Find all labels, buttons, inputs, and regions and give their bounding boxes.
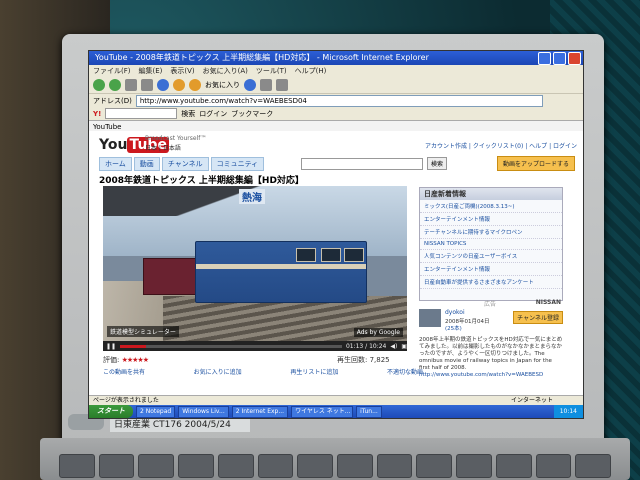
close-button[interactable] — [568, 52, 581, 65]
laptop-screen: YouTube - 2008年鉄道トピックス 上半期総集編【HD対応】 - Mi… — [88, 50, 584, 419]
forward-icon[interactable] — [109, 79, 121, 91]
status-text: ページが表示されました — [93, 397, 159, 404]
ads-by-google[interactable]: Ads by Google — [353, 328, 403, 337]
minimize-button[interactable] — [538, 52, 551, 65]
news-item[interactable]: エンターテインメント情報 — [420, 213, 562, 226]
status-bar: ページが表示されました インターネット — [89, 395, 583, 405]
progress-bar[interactable] — [120, 344, 342, 348]
windows-taskbar: スタート 2 Notepad Windows Liv... 2 Internet… — [89, 405, 583, 418]
address-input[interactable]: http://www.youtube.com/watch?v=WAEBESD04 — [135, 94, 543, 107]
account-links[interactable]: アカウント作成 | クイックリスト(0) | ヘルプ | ログイン — [425, 141, 577, 150]
menu-file[interactable]: ファイル(F) — [93, 65, 131, 77]
menu-view[interactable]: 表示(V) — [170, 65, 194, 77]
electric-locomotive — [195, 241, 367, 303]
station-sign: 熱海 — [239, 189, 265, 204]
favorites-star-icon[interactable] — [189, 79, 201, 91]
toolbar-login[interactable]: ログイン — [199, 109, 227, 119]
player-controls: ❚❚ 01:13 / 10:24 ◀) ▣ — [103, 341, 407, 351]
video-owner-panel: dyokoi 2008年01月04日 (25本) チャンネル登録 2008年上半… — [419, 309, 563, 389]
view-count: 再生回数: 7,825 — [337, 356, 390, 364]
taskbar-item[interactable]: 2 Notepad — [136, 405, 176, 418]
playlist-link[interactable]: 再生リストに追加 — [290, 367, 338, 376]
keyboard — [55, 452, 615, 480]
maximize-button[interactable] — [553, 52, 566, 65]
menu-help[interactable]: ヘルプ(H) — [295, 65, 327, 77]
window-title: YouTube - 2008年鉄道トピックス 上半期総集編【HD対応】 - Mi… — [95, 53, 429, 62]
favorite-link[interactable]: お気に入りに追加 — [194, 367, 242, 376]
video-title: 2008年鉄道トピックス 上半期総集編【HD対応】 — [99, 176, 304, 186]
rating-stars[interactable]: ★★★★★ — [122, 356, 149, 364]
share-link[interactable]: この動画を共有 — [103, 367, 145, 376]
toolbar-bookmark[interactable]: ブックマーク — [231, 109, 273, 119]
news-item[interactable]: NISSAN TOPICS — [420, 239, 562, 250]
toolbar-search-input[interactable] — [105, 108, 178, 119]
fullscreen-icon[interactable]: ▣ — [401, 343, 407, 350]
news-item[interactable]: 日産自動車が提供するさまざまなアンケート — [420, 276, 562, 289]
tab-youtube[interactable]: YouTube — [93, 123, 121, 131]
taskbar-item[interactable]: iTun... — [356, 405, 382, 418]
subscribe-button[interactable]: チャンネル登録 — [513, 311, 563, 324]
volume-icon[interactable]: ◀) — [390, 343, 397, 350]
menu-favorites[interactable]: お気に入り(A) — [203, 65, 248, 77]
video-player[interactable]: 熱海 鉄道模型シミュレーター Ads by Google — [103, 186, 407, 341]
toolbar-search-button[interactable]: 検索 — [181, 109, 195, 119]
site-search-input[interactable] — [301, 158, 423, 170]
nav-home[interactable]: ホーム — [99, 157, 132, 171]
laptop-sticker: 日東産業 CT176 2004/5/24 — [110, 418, 250, 432]
menu-edit[interactable]: 編集(E) — [139, 65, 163, 77]
taskbar-item[interactable]: ワイヤレス ネット... — [291, 405, 354, 418]
start-button[interactable]: スタート — [89, 405, 133, 418]
stop-icon[interactable] — [125, 79, 137, 91]
owner-avatar[interactable] — [419, 309, 441, 327]
news-item[interactable]: ミックス(日産ご両機)(2008.3.13~) — [420, 200, 562, 213]
taskbar-item[interactable]: Windows Liv... — [178, 405, 229, 418]
time-display: 01:13 / 10:24 — [345, 342, 387, 350]
video-description: 2008年上半期の鉄道トピックスをHD対応で一気にまとめてみました。以前は撮影し… — [419, 337, 563, 378]
pause-icon[interactable]: ❚❚ — [106, 343, 116, 350]
nav-community[interactable]: コミュニティ — [210, 157, 265, 171]
site-search-button[interactable]: 検索 — [427, 157, 448, 170]
rating: 評価: ★★★★★ — [103, 356, 149, 364]
system-tray-clock: 10:14 — [553, 405, 583, 418]
news-item[interactable]: テーチャンネルに期待するマイクロペン — [420, 226, 562, 239]
search-icon[interactable] — [173, 79, 185, 91]
owner-video-count[interactable]: (25本) — [445, 324, 462, 332]
language-selector[interactable]: 日本 | 日本語 — [145, 143, 181, 152]
home-icon[interactable] — [157, 79, 169, 91]
menu-bar: ファイル(F) 編集(E) 表示(V) お気に入り(A) ツール(T) ヘルプ(… — [89, 65, 583, 77]
favorites-label[interactable]: お気に入り — [205, 80, 240, 90]
nav-videos[interactable]: 動画 — [133, 157, 160, 171]
browser-titlebar: YouTube - 2008年鉄道トピックス 上半期総集編【HD対応】 - Mi… — [89, 51, 583, 65]
mail-icon[interactable] — [260, 79, 272, 91]
yahoo-logo-icon: Y! — [93, 109, 102, 118]
address-bar: アドレス(D) http://www.youtube.com/watch?v=W… — [89, 94, 583, 107]
refresh-icon[interactable] — [141, 79, 153, 91]
video-caption: 鉄道模型シミュレーター — [107, 326, 179, 337]
news-item[interactable]: 人気コンテンツの日産ユーザーボイス — [420, 250, 562, 263]
links-toolbar: Y! 検索 ログイン ブックマーク — [89, 107, 583, 121]
ad-label: 広告 — [484, 301, 497, 308]
nissan-news-widget: 日産新着情報 ミックス(日産ご両機)(2008.3.13~) エンターテインメン… — [419, 187, 563, 301]
back-icon[interactable] — [93, 79, 105, 91]
upload-button[interactable]: 動画をアップロードする — [496, 156, 575, 171]
nav-channels[interactable]: チャンネル — [161, 157, 209, 171]
video-actions: この動画を共有 お気に入りに追加 再生リストに追加 不適切な動画 — [103, 367, 423, 376]
site-nav: ホーム 動画 チャンネル コミュニティ — [99, 157, 265, 171]
news-title: 日産新着情報 — [420, 188, 562, 200]
history-icon[interactable] — [244, 79, 256, 91]
youtube-tagline: Broadcast Yourself™ — [145, 135, 207, 142]
description-link[interactable]: http://www.youtube.com/watch?v=WAEBESD — [419, 372, 543, 378]
address-label: アドレス(D) — [93, 96, 132, 105]
print-icon[interactable] — [276, 79, 288, 91]
menu-tools[interactable]: ツール(T) — [256, 65, 287, 77]
news-item[interactable]: エンターテインメント情報 — [420, 263, 562, 276]
flag-link[interactable]: 不適切な動画 — [387, 367, 423, 376]
browser-toolbar: お気に入り — [89, 77, 583, 94]
progress-fill — [120, 344, 147, 348]
owner-name[interactable]: dyokoi — [445, 309, 465, 316]
taskbar-item[interactable]: 2 Internet Exp... — [231, 405, 289, 418]
nissan-logo[interactable]: NISSAN — [536, 299, 561, 306]
youtube-page: You Tube Broadcast Yourself™ 日本 | 日本語 アカウ… — [89, 131, 583, 395]
